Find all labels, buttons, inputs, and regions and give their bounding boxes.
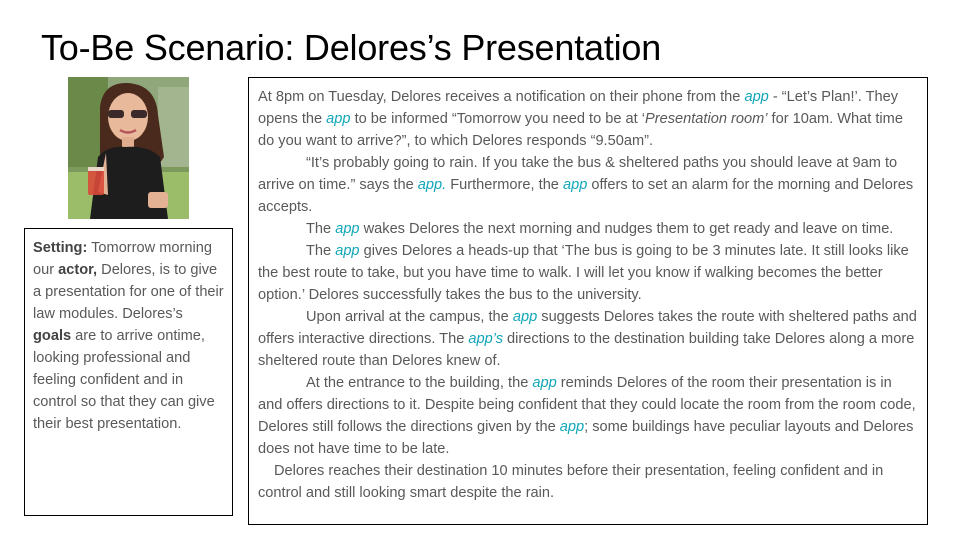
actor-photo [68, 77, 189, 219]
story-paragraph: At the entrance to the building, the app… [258, 372, 918, 460]
story-text: The [306, 243, 336, 259]
app-term: app’s [468, 331, 503, 347]
story-text: At the entrance to the building, the [306, 375, 533, 391]
setting-box: Setting: Tomorrow morning our actor, Del… [24, 228, 233, 516]
story-text: At 8pm on Tuesday, Delores receives a no… [258, 89, 745, 105]
app-term: app [532, 375, 557, 391]
app-term: app [562, 177, 588, 193]
story-text: The [306, 221, 336, 237]
app-term: app [335, 221, 360, 237]
story-text: Upon arrival at the campus, the [306, 309, 513, 325]
room-name: Presentation room’ [645, 111, 768, 127]
app-term: app [335, 243, 360, 259]
story-text: Furthermore, the [446, 177, 563, 193]
story-paragraph: Upon arrival at the campus, the app sugg… [258, 306, 918, 372]
app-term: app [744, 89, 769, 105]
setting-label: Setting: [33, 240, 88, 256]
actor-keyword: actor, [58, 262, 98, 278]
story-text: Delores reaches their destination 10 min… [258, 463, 884, 501]
app-term: app [559, 419, 585, 435]
story-text: wakes Delores the next morning and nudge… [359, 221, 894, 237]
story-paragraph: At 8pm on Tuesday, Delores receives a no… [258, 86, 918, 152]
story-paragraph: Delores reaches their destination 10 min… [258, 460, 918, 504]
story-text: to be informed “Tomorrow you need to be … [350, 111, 645, 127]
scenario-narrative: At 8pm on Tuesday, Delores receives a no… [248, 77, 928, 525]
story-paragraph: The app wakes Delores the next morning a… [258, 218, 918, 240]
goals-keyword: goals [33, 328, 72, 344]
slide-title: To-Be Scenario: Delores’s Presentation [41, 27, 662, 68]
story-paragraph: The app gives Delores a heads-up that ‘T… [258, 240, 918, 306]
app-term: app [512, 309, 538, 325]
app-term: app. [417, 177, 447, 193]
app-term: app [326, 111, 351, 127]
story-paragraph: “It’s probably going to rain. If you tak… [258, 152, 918, 218]
